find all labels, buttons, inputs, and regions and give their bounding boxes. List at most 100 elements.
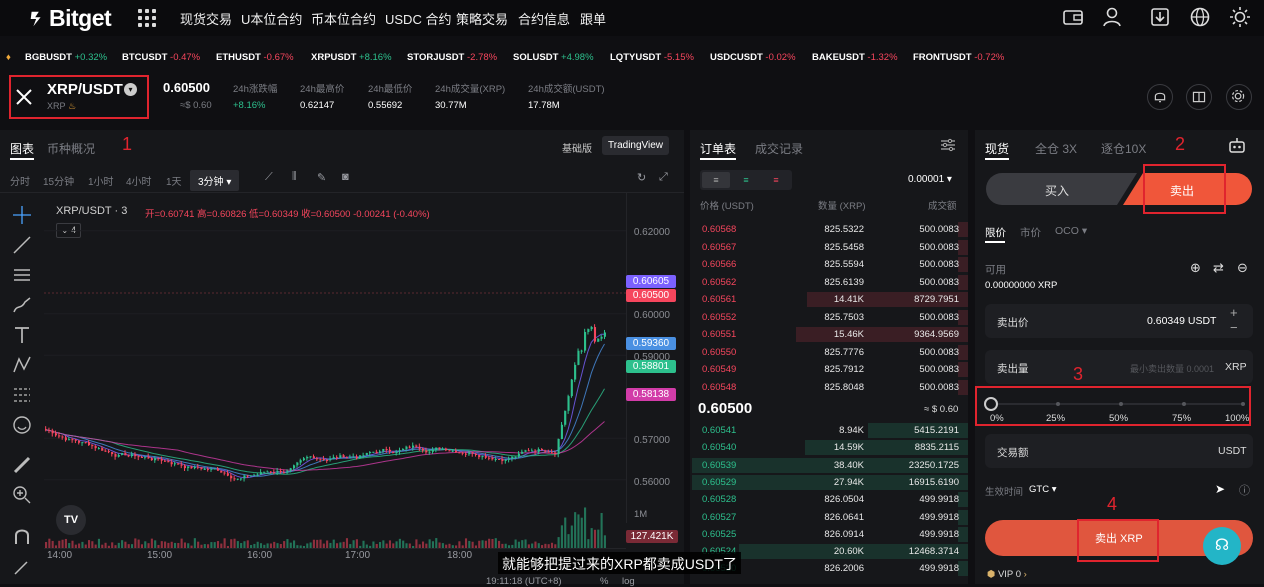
percent-scale-toggle[interactable]: %: [600, 576, 608, 587]
indicators-icon[interactable]: ⟋: [265, 171, 273, 184]
ticker-item[interactable]: SOLUSDT +4.98%: [513, 52, 594, 63]
interval-option[interactable]: 1天: [166, 173, 182, 188]
info-icon[interactable]: ⓘ: [1239, 482, 1250, 498]
robot-icon[interactable]: [1227, 136, 1247, 156]
tab-isolated-margin[interactable]: 逐仓10X: [1101, 140, 1146, 157]
ask-row[interactable]: 0.60567 825.5458 500.0083: [692, 239, 968, 257]
pattern-icon[interactable]: [11, 354, 33, 376]
pencil-icon[interactable]: ✎: [317, 171, 326, 184]
order-type-oco[interactable]: OCO ▾: [1055, 225, 1087, 237]
fib-icon[interactable]: [11, 384, 33, 406]
zoom-in-icon[interactable]: [11, 484, 33, 506]
nav-coin-futures[interactable]: 币本位合约: [311, 9, 376, 28]
interval-active-dropdown[interactable]: 3分钟 ▾: [190, 170, 240, 191]
deposit-icon[interactable]: ⊕: [1190, 260, 1201, 276]
ask-row[interactable]: 0.60561 14.41K 8729.7951: [692, 291, 968, 309]
download-icon[interactable]: [1149, 6, 1171, 28]
ask-row[interactable]: 0.60562 825.6139 500.0083: [692, 274, 968, 292]
price-decrement-button[interactable]: −: [1230, 320, 1238, 335]
lock-drawing-icon[interactable]: [11, 556, 33, 578]
globe-icon[interactable]: [1189, 6, 1211, 28]
interval-option[interactable]: 15分钟: [43, 173, 74, 188]
price-increment-button[interactable]: +: [1230, 305, 1238, 320]
nav-usdt-futures[interactable]: U本位合约: [241, 9, 302, 28]
nav-spot[interactable]: 现货交易: [180, 9, 232, 28]
fullscreen-icon[interactable]: ⤢: [659, 171, 668, 184]
tab-spot[interactable]: 现货: [985, 140, 1009, 157]
settings-sliders-icon[interactable]: [940, 138, 956, 152]
precision-dropdown[interactable]: 0.00001 ▾: [908, 174, 952, 185]
settings-button[interactable]: [1226, 84, 1252, 110]
interval-option[interactable]: 分时: [10, 173, 30, 188]
tab-orderbook[interactable]: 订单表: [700, 140, 736, 157]
crosshair-icon[interactable]: [11, 204, 33, 226]
bid-row[interactable]: 0.60529 27.94K 16915.6190: [692, 474, 968, 492]
transfer-icon[interactable]: ⇄: [1213, 260, 1224, 276]
bid-row[interactable]: 0.60525 826.0914 499.9918: [692, 526, 968, 544]
horizontal-lines-icon[interactable]: [11, 264, 33, 286]
ask-row[interactable]: 0.60549 825.7912 500.0083: [692, 361, 968, 379]
ticker-item[interactable]: FRONTUSDT -0.72%: [913, 52, 1004, 63]
apps-grid-icon[interactable]: [138, 9, 156, 27]
buy-tab-button[interactable]: 买入: [1045, 182, 1069, 199]
ticker-item[interactable]: BTCUSDT -0.47%: [122, 52, 200, 63]
vip-badge[interactable]: ⬢ VIP 0 ›: [987, 569, 1027, 580]
log-scale-toggle[interactable]: log: [622, 576, 635, 587]
mode-tradingview[interactable]: TradingView: [602, 136, 670, 155]
bid-row[interactable]: 0.60528 826.0504 499.9918: [692, 491, 968, 509]
ask-row[interactable]: 0.60552 825.7503 500.0083: [692, 309, 968, 327]
interval-option[interactable]: 1小时: [88, 173, 114, 188]
sell-price-input[interactable]: 卖出价 0.60349 USDT + −: [985, 304, 1253, 338]
order-type-market[interactable]: 市价: [1020, 225, 1041, 240]
ask-row[interactable]: 0.60568 825.5322 500.0083: [692, 221, 968, 239]
user-icon[interactable]: [1101, 6, 1123, 28]
ruler-icon[interactable]: [11, 454, 33, 476]
ask-row[interactable]: 0.60566 825.5594 500.0083: [692, 256, 968, 274]
trend-line-icon[interactable]: [11, 234, 33, 256]
ticker-item[interactable]: BAKEUSDT -1.32%: [812, 52, 898, 63]
ticker-item[interactable]: STORJUSDT -2.78%: [407, 52, 497, 63]
nav-contract-info[interactable]: 合约信息: [518, 9, 570, 28]
view-both-icon[interactable]: ≡: [702, 172, 730, 188]
tab-cross-margin[interactable]: 全仓 3X: [1035, 140, 1077, 157]
tradingview-logo[interactable]: TV: [56, 505, 86, 535]
tab-trades[interactable]: 成交记录: [755, 140, 803, 157]
emoji-icon[interactable]: [11, 414, 33, 436]
tab-chart[interactable]: 图表: [10, 140, 34, 157]
order-type-limit[interactable]: 限价: [985, 225, 1006, 240]
ticker-item[interactable]: BGBUSDT +0.32%: [25, 52, 107, 63]
sun-theme-icon[interactable]: [1229, 6, 1251, 28]
tif-dropdown[interactable]: GTC ▾: [1029, 484, 1056, 495]
withdraw-icon[interactable]: ⊖: [1237, 260, 1248, 276]
ticker-item[interactable]: USDCUSDT -0.02%: [710, 52, 796, 63]
bid-row[interactable]: 0.60540 14.59K 8835.2115: [692, 439, 968, 457]
nav-usdc-futures[interactable]: USDC 合约: [385, 9, 451, 28]
tab-coin-overview[interactable]: 币种概况: [47, 140, 95, 157]
sell-qty-input[interactable]: 卖出量 最小卖出数量 0.0001 XRP: [985, 350, 1253, 384]
wallet-icon[interactable]: [1062, 6, 1084, 28]
bid-row[interactable]: 0.60539 38.40K 23250.1725: [692, 457, 968, 475]
bid-row[interactable]: 0.60527 826.0641 499.9918: [692, 509, 968, 527]
ask-row[interactable]: 0.60548 825.8048 500.0083: [692, 379, 968, 397]
ticker-item[interactable]: ETHUSDT -0.67%: [216, 52, 294, 63]
magnet-icon[interactable]: [11, 526, 33, 548]
ticker-item[interactable]: LQTYUSDT -5.15%: [610, 52, 694, 63]
camera-icon[interactable]: ◙: [342, 171, 349, 183]
nav-strategy[interactable]: 策略交易: [456, 9, 508, 28]
view-asks-icon[interactable]: ≡: [762, 172, 790, 188]
mode-basic[interactable]: 基础版: [556, 138, 598, 157]
ticker-item[interactable]: XRPUSDT +8.16%: [311, 52, 392, 63]
support-chat-icon[interactable]: ☊: [1203, 527, 1241, 565]
reset-icon[interactable]: ↻: [637, 171, 646, 184]
guide-book-button[interactable]: [1186, 84, 1212, 110]
nav-copy-trade[interactable]: 跟单: [580, 9, 606, 28]
candlestick-chart[interactable]: [44, 193, 626, 555]
bitget-logo[interactable]: Bitget: [28, 5, 112, 32]
candle-type-icon[interactable]: ⫼: [292, 171, 297, 182]
text-icon[interactable]: [11, 324, 33, 346]
interval-option[interactable]: 4小时: [126, 173, 152, 188]
amount-input[interactable]: 交易额 USDT: [985, 434, 1253, 468]
ask-row[interactable]: 0.60550 825.7776 500.0083: [692, 344, 968, 362]
ask-row[interactable]: 0.60551 15.46K 9364.9569: [692, 326, 968, 344]
bid-row[interactable]: 0.60541 8.94K 5415.2191: [692, 422, 968, 440]
